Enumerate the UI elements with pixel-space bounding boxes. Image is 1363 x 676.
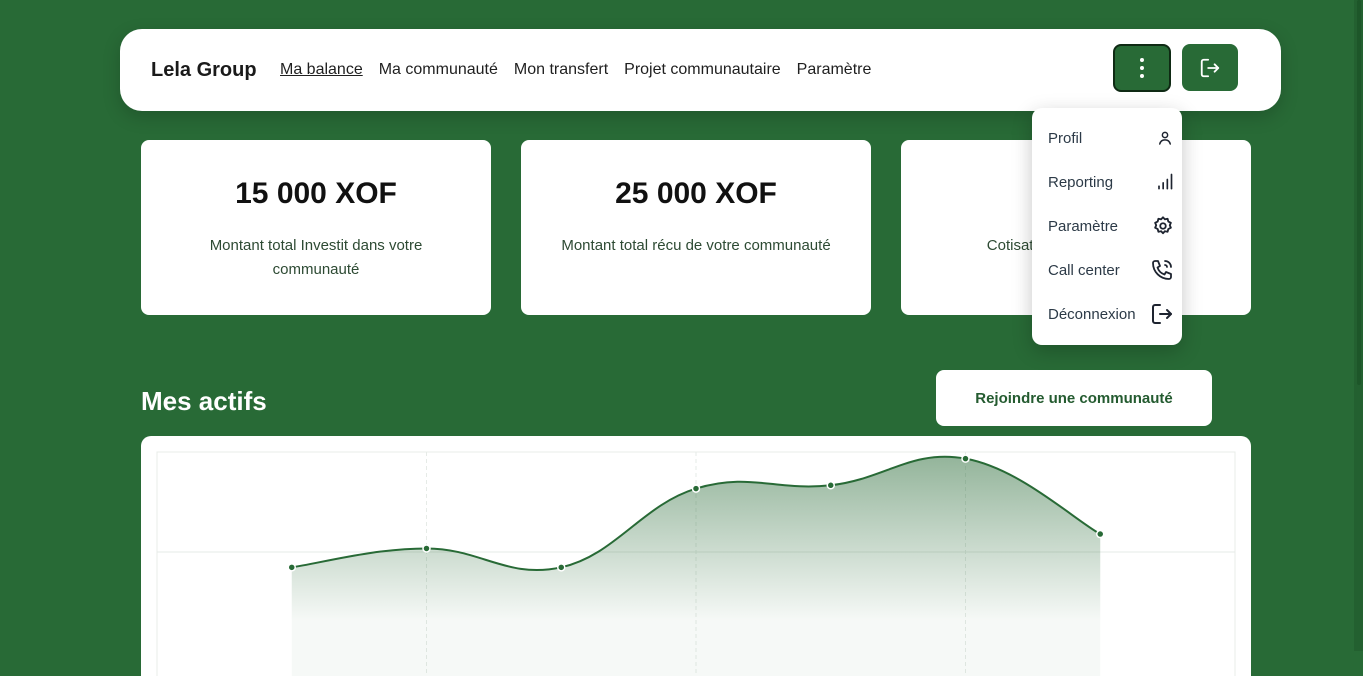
menu-item-parametre[interactable]: Paramètre <box>1048 211 1174 241</box>
join-community-button[interactable]: Rejoindre une communauté <box>936 370 1212 426</box>
scrollbar-thumb[interactable] <box>1357 0 1361 385</box>
top-navbar: Lela Group Ma balance Ma communauté Mon … <box>120 29 1281 111</box>
menu-item-call-center[interactable]: Call center <box>1048 255 1174 285</box>
nav-projet-communautaire[interactable]: Projet communautaire <box>624 61 781 79</box>
user-icon <box>1159 131 1171 145</box>
stat-description: Montant total récu de votre communauté <box>561 237 831 254</box>
menu-item-label: Profil <box>1048 129 1083 147</box>
options-dropdown-menu: Profil Reporting Paramètre Call center D… <box>1032 108 1182 345</box>
assets-area-chart <box>156 451 1236 676</box>
assets-title: Mes actifs <box>141 386 267 416</box>
main-nav: Ma balance Ma communauté Mon transfert P… <box>280 61 871 79</box>
menu-item-profil[interactable]: Profil <box>1048 123 1174 153</box>
gear-icon <box>1154 216 1172 235</box>
nav-ma-communaute[interactable]: Ma communauté <box>379 61 498 79</box>
page-scrollbar[interactable] <box>1354 0 1363 651</box>
dots-vertical-icon <box>1140 58 1144 78</box>
logout-icon <box>1200 58 1220 77</box>
more-options-button[interactable] <box>1113 44 1171 92</box>
chart-data-point[interactable] <box>961 454 970 463</box>
brand-logo-text[interactable]: Lela Group <box>151 59 257 82</box>
chart-data-point[interactable] <box>826 481 835 490</box>
chart-data-point[interactable] <box>287 563 296 572</box>
nav-parametre[interactable]: Paramètre <box>797 61 872 79</box>
chart-data-point[interactable] <box>691 484 701 493</box>
stat-amount: 25 000 XOF <box>615 177 777 210</box>
menu-item-reporting[interactable]: Reporting <box>1048 167 1174 197</box>
stat-card-invested: 15 000 XOF Montant total Investit dans v… <box>141 140 491 315</box>
bar-chart-icon <box>1158 173 1173 190</box>
chart-data-point[interactable] <box>557 563 566 572</box>
menu-item-label: Call center <box>1048 261 1120 279</box>
stat-description: Montant total Investit dans votre commun… <box>209 237 423 278</box>
phone-call-icon <box>1152 260 1172 280</box>
chart-data-point[interactable] <box>422 544 431 553</box>
nav-mon-transfert[interactable]: Mon transfert <box>514 61 608 79</box>
assets-chart-card <box>141 436 1251 676</box>
menu-item-deconnexion[interactable]: Déconnexion <box>1048 299 1174 329</box>
menu-item-label: Reporting <box>1048 173 1114 191</box>
chart-data-point[interactable] <box>1096 529 1105 539</box>
logout-icon <box>1152 304 1172 324</box>
menu-item-label: Paramètre <box>1048 217 1119 235</box>
stat-amount: 15 000 XOF <box>235 177 397 210</box>
stat-card-received: 25 000 XOF Montant total récu de votre c… <box>521 140 871 315</box>
logout-button[interactable] <box>1182 44 1238 91</box>
nav-ma-balance[interactable]: Ma balance <box>280 61 363 79</box>
menu-item-label: Déconnexion <box>1048 305 1136 323</box>
